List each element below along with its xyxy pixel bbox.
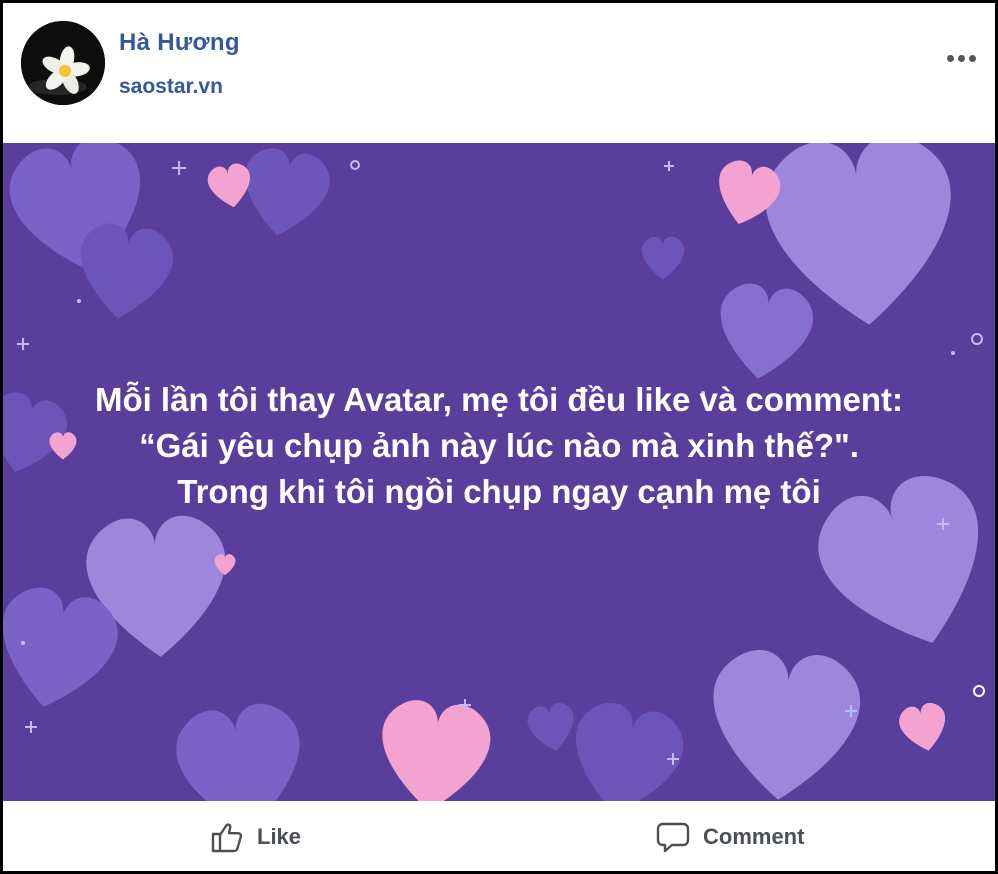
caption-line-3: Trong khi tôi ngồi chụp ngay cạnh mẹ tôi [177, 473, 821, 510]
post-image[interactable]: Mỗi lần tôi thay Avatar, mẹ tôi đều like… [3, 143, 995, 801]
plumeria-flower-icon [21, 21, 105, 105]
comment-label: Comment [703, 824, 805, 849]
caption-line-1: Mỗi lần tôi thay Avatar, mẹ tôi đều like… [94, 381, 904, 418]
thumbs-up-icon [211, 823, 243, 853]
source-link[interactable]: saostar.vn [119, 75, 223, 99]
comment-bubble-icon [656, 822, 690, 853]
comment-button[interactable]: Comment [655, 817, 804, 857]
author-name[interactable]: Hà Hương [119, 29, 240, 57]
post-caption: Mỗi lần tôi thay Avatar, mẹ tôi đều like… [3, 377, 995, 515]
like-label: Like [257, 824, 302, 849]
like-button[interactable]: Like [209, 817, 301, 857]
post-card: Hà Hương saostar.vn Mỗi lần tôi thay Ava… [0, 0, 998, 874]
caption-line-2: “Gái yêu chụp ảnh này lúc nào mà xinh th… [139, 427, 859, 464]
more-options-icon[interactable] [941, 43, 981, 73]
avatar[interactable] [21, 21, 105, 105]
post-header: Hà Hương saostar.vn [3, 3, 995, 143]
post-actions: Like Comment [3, 801, 995, 871]
